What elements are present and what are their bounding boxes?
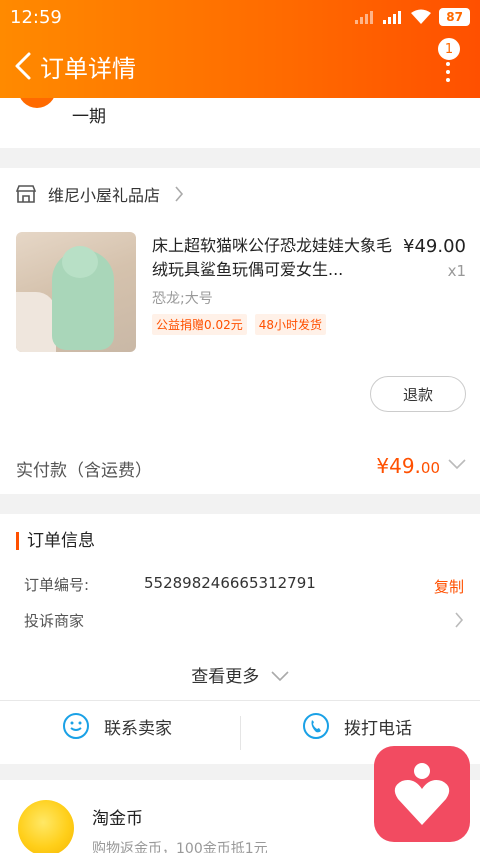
- chevron-right-icon: [175, 186, 184, 202]
- product-price: ¥49.00: [403, 236, 466, 257]
- more-dots-icon: [446, 62, 450, 86]
- product-tags: 公益捐赠0.02元 48小时发货: [152, 314, 327, 335]
- wifi-icon: [411, 9, 432, 24]
- product-spec: 恐龙;大号: [152, 291, 213, 307]
- product-quantity: x1: [447, 262, 466, 280]
- coins-subtitle: 购物返金币，100金币抵1元: [92, 841, 268, 853]
- call-phone-label: 拨打电话: [344, 718, 412, 739]
- product-image[interactable]: [16, 232, 136, 352]
- order-info-card: 订单信息 订单编号: 552898246665312791 复制 投诉商家 查看…: [0, 514, 480, 764]
- view-more-button[interactable]: 查看更多: [0, 662, 480, 687]
- page-title: 订单详情: [40, 54, 136, 83]
- chevron-down-icon: [271, 671, 289, 682]
- order-no-label: 订单编号:: [24, 576, 90, 594]
- status-time: 12:59: [10, 6, 62, 28]
- coins-title: 淘金币: [92, 809, 143, 829]
- divider: [0, 700, 480, 701]
- chevron-down-icon[interactable]: [448, 458, 466, 470]
- coin-icon: [18, 800, 74, 853]
- floating-heart-button[interactable]: [374, 746, 470, 842]
- address-text: 一期: [72, 107, 106, 127]
- shop-link[interactable]: 维尼小屋礼品店: [16, 182, 160, 206]
- order-info-title: 订单信息: [16, 532, 95, 550]
- status-icons: 87: [355, 8, 470, 26]
- paid-label: 实付款（含运费）: [16, 461, 152, 481]
- complain-merchant-link[interactable]: 投诉商家: [24, 610, 84, 631]
- charity-tag: 公益捐赠0.02元: [152, 314, 247, 335]
- more-menu-button[interactable]: 1: [430, 38, 460, 88]
- call-phone-button[interactable]: 拨打电话: [302, 712, 412, 740]
- notification-badge: 1: [438, 38, 460, 60]
- divider: [240, 716, 241, 750]
- heart-icon: [394, 763, 450, 825]
- signal-icon: [383, 11, 402, 24]
- shop-icon: [16, 185, 36, 203]
- chat-icon: [63, 713, 89, 739]
- nav-bar: 订单详情 1: [0, 34, 480, 98]
- signal-weak-icon: [355, 11, 374, 24]
- shop-name: 维尼小屋礼品店: [48, 186, 161, 205]
- order-card: 维尼小屋礼品店 床上超软猫咪公仔恐龙娃娃大象毛绒玩具鲨鱼玩偶可爱女生... ¥4…: [0, 168, 480, 494]
- paid-amount-decimal: 00: [420, 459, 440, 477]
- chevron-right-icon: [455, 612, 464, 628]
- contact-seller-label: 联系卖家: [104, 718, 172, 739]
- status-bar: 12:59 87: [0, 0, 480, 34]
- paid-amount-main: ¥49.: [376, 454, 421, 478]
- address-card[interactable]: 一期: [0, 86, 480, 148]
- copy-button[interactable]: 复制: [434, 576, 464, 597]
- order-no-value: 552898246665312791: [144, 574, 316, 592]
- product-title[interactable]: 床上超软猫咪公仔恐龙娃娃大象毛绒玩具鲨鱼玩偶可爱女生...: [152, 234, 392, 282]
- back-icon[interactable]: [8, 51, 38, 81]
- app-header: 12:59 87 订单详情 1: [0, 0, 480, 98]
- phone-icon: [303, 713, 329, 739]
- view-more-label: 查看更多: [191, 667, 260, 687]
- shipping-tag: 48小时发货: [254, 314, 327, 335]
- paid-amount: ¥49.00: [376, 454, 440, 478]
- refund-button[interactable]: 退款: [370, 376, 466, 412]
- battery-icon: 87: [439, 8, 470, 26]
- contact-seller-button[interactable]: 联系卖家: [62, 712, 172, 740]
